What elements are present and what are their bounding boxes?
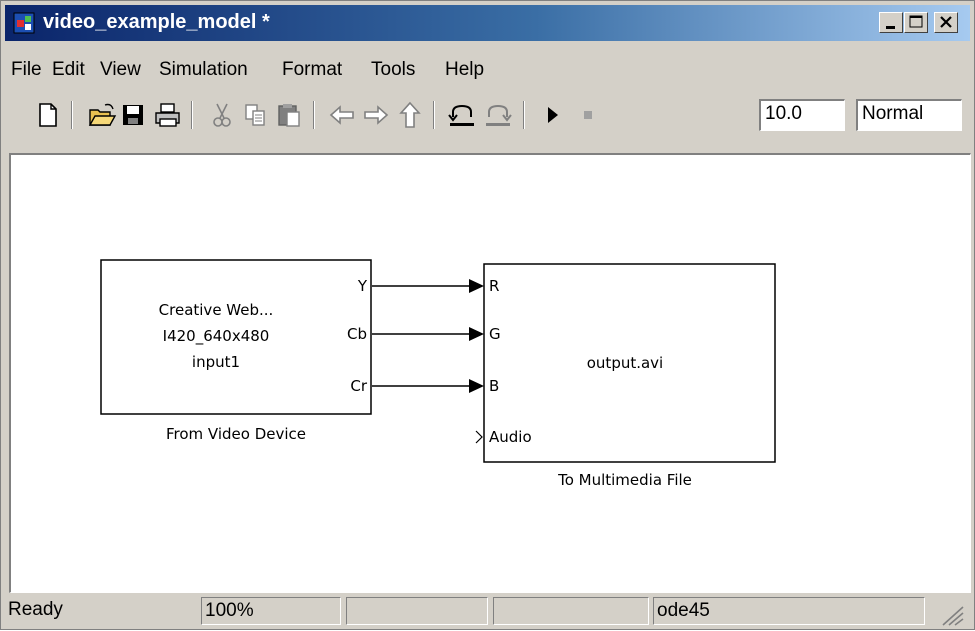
back-icon [329, 105, 354, 125]
menu-file[interactable]: File [11, 59, 42, 81]
status-solver: ode45 [653, 597, 925, 625]
output-file-name: output.avi [587, 354, 663, 372]
stop-icon [584, 111, 592, 119]
port-label-audio: Audio [489, 428, 532, 446]
print-button[interactable] [151, 99, 185, 131]
signal-line-cr[interactable] [372, 379, 484, 393]
simulink-app-icon [13, 12, 35, 34]
toolbar-separator [313, 101, 315, 129]
minimize-icon [886, 26, 895, 29]
redo-button[interactable] [481, 99, 515, 131]
menu-bar: File Edit View Simulation Format Tools H… [5, 53, 970, 87]
source-input-name: input1 [192, 353, 240, 371]
sink-block-caption: To Multimedia File [557, 471, 692, 489]
up-icon [399, 101, 421, 128]
print-icon [155, 103, 180, 127]
menu-view[interactable]: View [100, 59, 141, 81]
model-canvas[interactable]: Creative Web... I420_640x480 input1 Y Cb… [9, 153, 971, 593]
toolbar: 10.0 Normal [5, 93, 970, 153]
maximize-icon [909, 15, 923, 28]
open-button[interactable] [85, 99, 119, 131]
menu-help[interactable]: Help [445, 59, 484, 81]
audio-port-chevron-icon [475, 430, 483, 444]
simulation-mode-select[interactable]: Normal [856, 99, 962, 131]
toolbar-separator [71, 101, 73, 129]
port-label-b: B [489, 377, 499, 395]
status-empty-2 [493, 597, 649, 625]
simulink-window: video_example_model * File Edit View Sim… [0, 0, 975, 630]
status-zoom: 100% [201, 597, 341, 625]
block-diagram: Creative Web... I420_640x480 input1 Y Cb… [100, 259, 776, 489]
status-state: Ready [8, 599, 63, 620]
menu-edit[interactable]: Edit [52, 59, 85, 81]
resize-grip-icon[interactable] [937, 603, 967, 627]
close-icon [940, 16, 952, 28]
menu-tools[interactable]: Tools [371, 59, 415, 81]
up-button[interactable] [393, 99, 427, 131]
menu-simulation[interactable]: Simulation [159, 59, 248, 81]
save-icon [123, 105, 143, 125]
port-label-cr: Cr [350, 377, 367, 395]
signal-line-cb[interactable] [372, 327, 484, 341]
toolbar-separator [433, 101, 435, 129]
new-model-button[interactable] [31, 99, 65, 131]
close-button[interactable] [934, 12, 958, 33]
forward-button[interactable] [359, 99, 393, 131]
start-simulation-button[interactable] [535, 99, 569, 131]
open-icon [88, 103, 117, 126]
port-label-y: Y [357, 277, 368, 295]
source-block-caption: From Video Device [166, 425, 306, 443]
back-button[interactable] [325, 99, 359, 131]
copy-icon [245, 104, 265, 126]
port-label-cb: Cb [347, 325, 367, 343]
stop-simulation-button[interactable] [571, 99, 605, 131]
new-model-icon [39, 103, 57, 127]
cut-button[interactable] [205, 99, 239, 131]
cut-icon [213, 103, 231, 127]
title-bar[interactable]: video_example_model * [5, 5, 970, 41]
maximize-button[interactable] [904, 12, 928, 33]
start-icon [548, 107, 558, 123]
copy-button[interactable] [239, 99, 273, 131]
source-video-format: I420_640x480 [163, 327, 270, 346]
port-label-r: R [489, 277, 499, 295]
undo-icon [448, 104, 474, 126]
status-bar: Ready 100% ode45 [1, 593, 975, 631]
signal-line-y[interactable] [372, 279, 484, 293]
toolbar-separator [523, 101, 525, 129]
undo-button[interactable] [445, 99, 479, 131]
window-title: video_example_model * [43, 11, 270, 33]
paste-icon [278, 104, 300, 127]
stop-time-input[interactable]: 10.0 [759, 99, 845, 131]
minimize-button[interactable] [879, 12, 903, 33]
redo-icon [486, 104, 512, 126]
status-empty-1 [346, 597, 488, 625]
paste-button[interactable] [273, 99, 307, 131]
source-device-name: Creative Web... [159, 301, 274, 319]
toolbar-separator [191, 101, 193, 129]
port-label-g: G [489, 325, 501, 343]
save-button[interactable] [117, 99, 151, 131]
forward-icon [364, 105, 389, 125]
menu-format[interactable]: Format [282, 59, 342, 81]
